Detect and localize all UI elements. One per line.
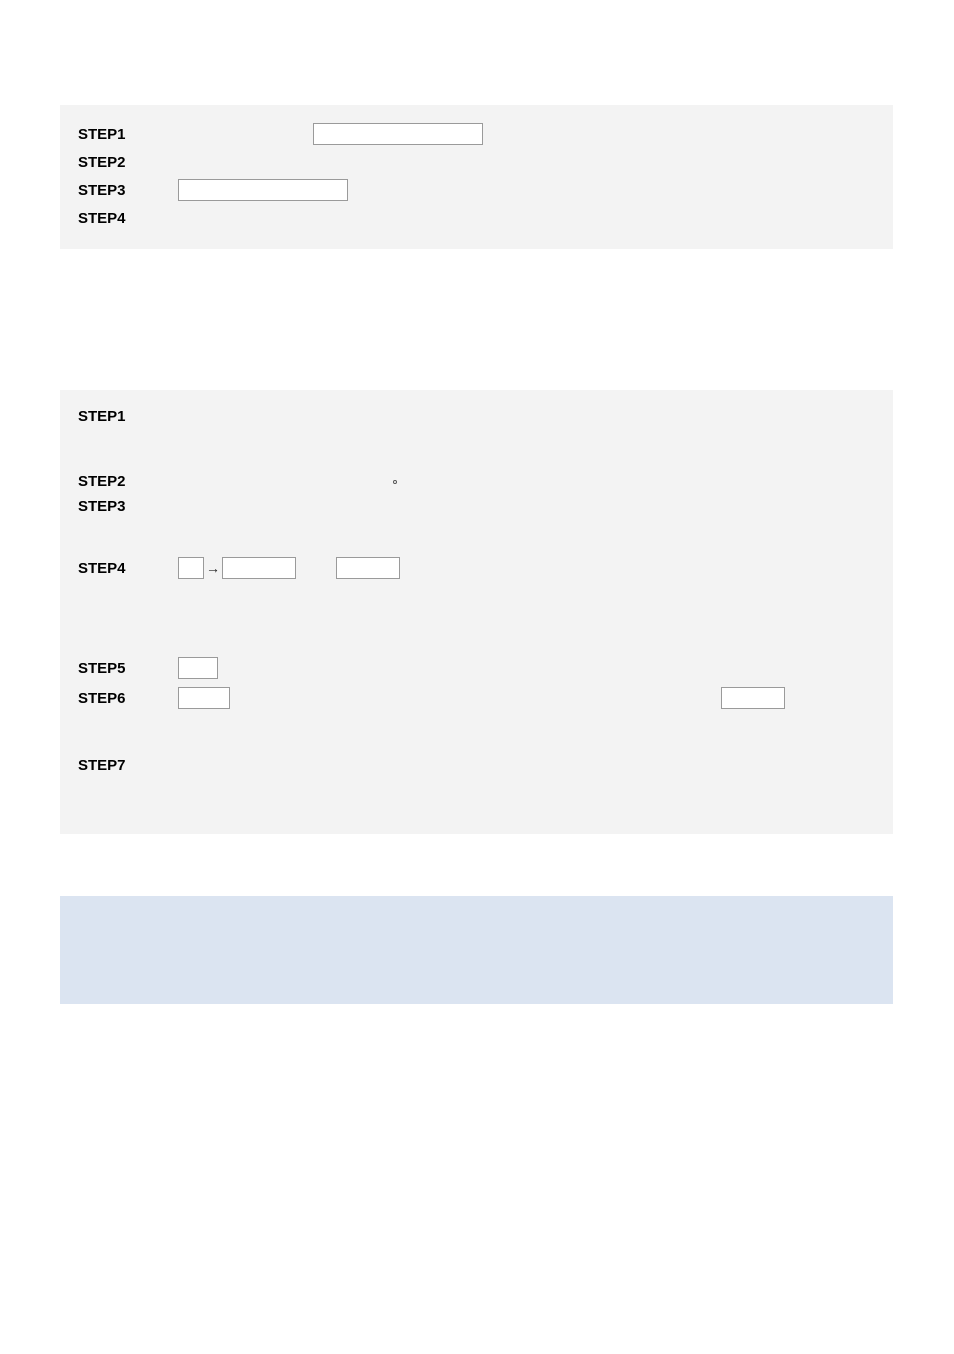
step-label: STEP2 <box>78 473 178 490</box>
step-row: STEP1 <box>78 408 875 425</box>
step-row: STEP4 <box>78 207 875 229</box>
step-label: STEP4 <box>78 210 178 227</box>
step-label: STEP2 <box>78 154 178 171</box>
input-field[interactable] <box>222 557 296 579</box>
footer-note-block <box>60 896 893 1004</box>
input-field[interactable] <box>336 557 400 579</box>
step-row: STEP2 <box>78 473 875 490</box>
input-field[interactable] <box>313 123 483 145</box>
step-label: STEP3 <box>78 182 178 199</box>
document-page: STEP1 STEP2 STEP3 STEP4 STEP1 STEP2 STEP… <box>0 0 954 1354</box>
step-row: STEP5 <box>78 657 875 679</box>
step-label: STEP7 <box>78 757 178 774</box>
instructions-block-1: STEP1 STEP2 STEP3 STEP4 <box>60 105 893 249</box>
input-field[interactable] <box>178 557 204 579</box>
step-row: STEP7 <box>78 757 875 774</box>
step-row: STEP3 <box>78 498 875 515</box>
step-row: STEP4 → <box>78 557 875 579</box>
step-row: STEP6 <box>78 687 875 709</box>
step-label: STEP1 <box>78 126 178 143</box>
step-label: STEP5 <box>78 660 178 677</box>
input-field[interactable] <box>178 657 218 679</box>
step-label: STEP4 <box>78 560 178 577</box>
input-field[interactable] <box>178 687 230 709</box>
input-field[interactable] <box>178 179 348 201</box>
step-row: STEP2 <box>78 151 875 173</box>
step-row: STEP1 <box>78 123 875 145</box>
step-label: STEP6 <box>78 690 178 707</box>
arrow-right-icon: → <box>204 560 222 576</box>
input-field[interactable] <box>721 687 785 709</box>
step-label: STEP3 <box>78 498 178 515</box>
step-label: STEP1 <box>78 408 178 425</box>
step-row: STEP3 <box>78 179 875 201</box>
bullet-marker <box>393 480 397 484</box>
instructions-block-2: STEP1 STEP2 STEP3 STEP4 → STEP5 STEP6 <box>60 390 893 834</box>
